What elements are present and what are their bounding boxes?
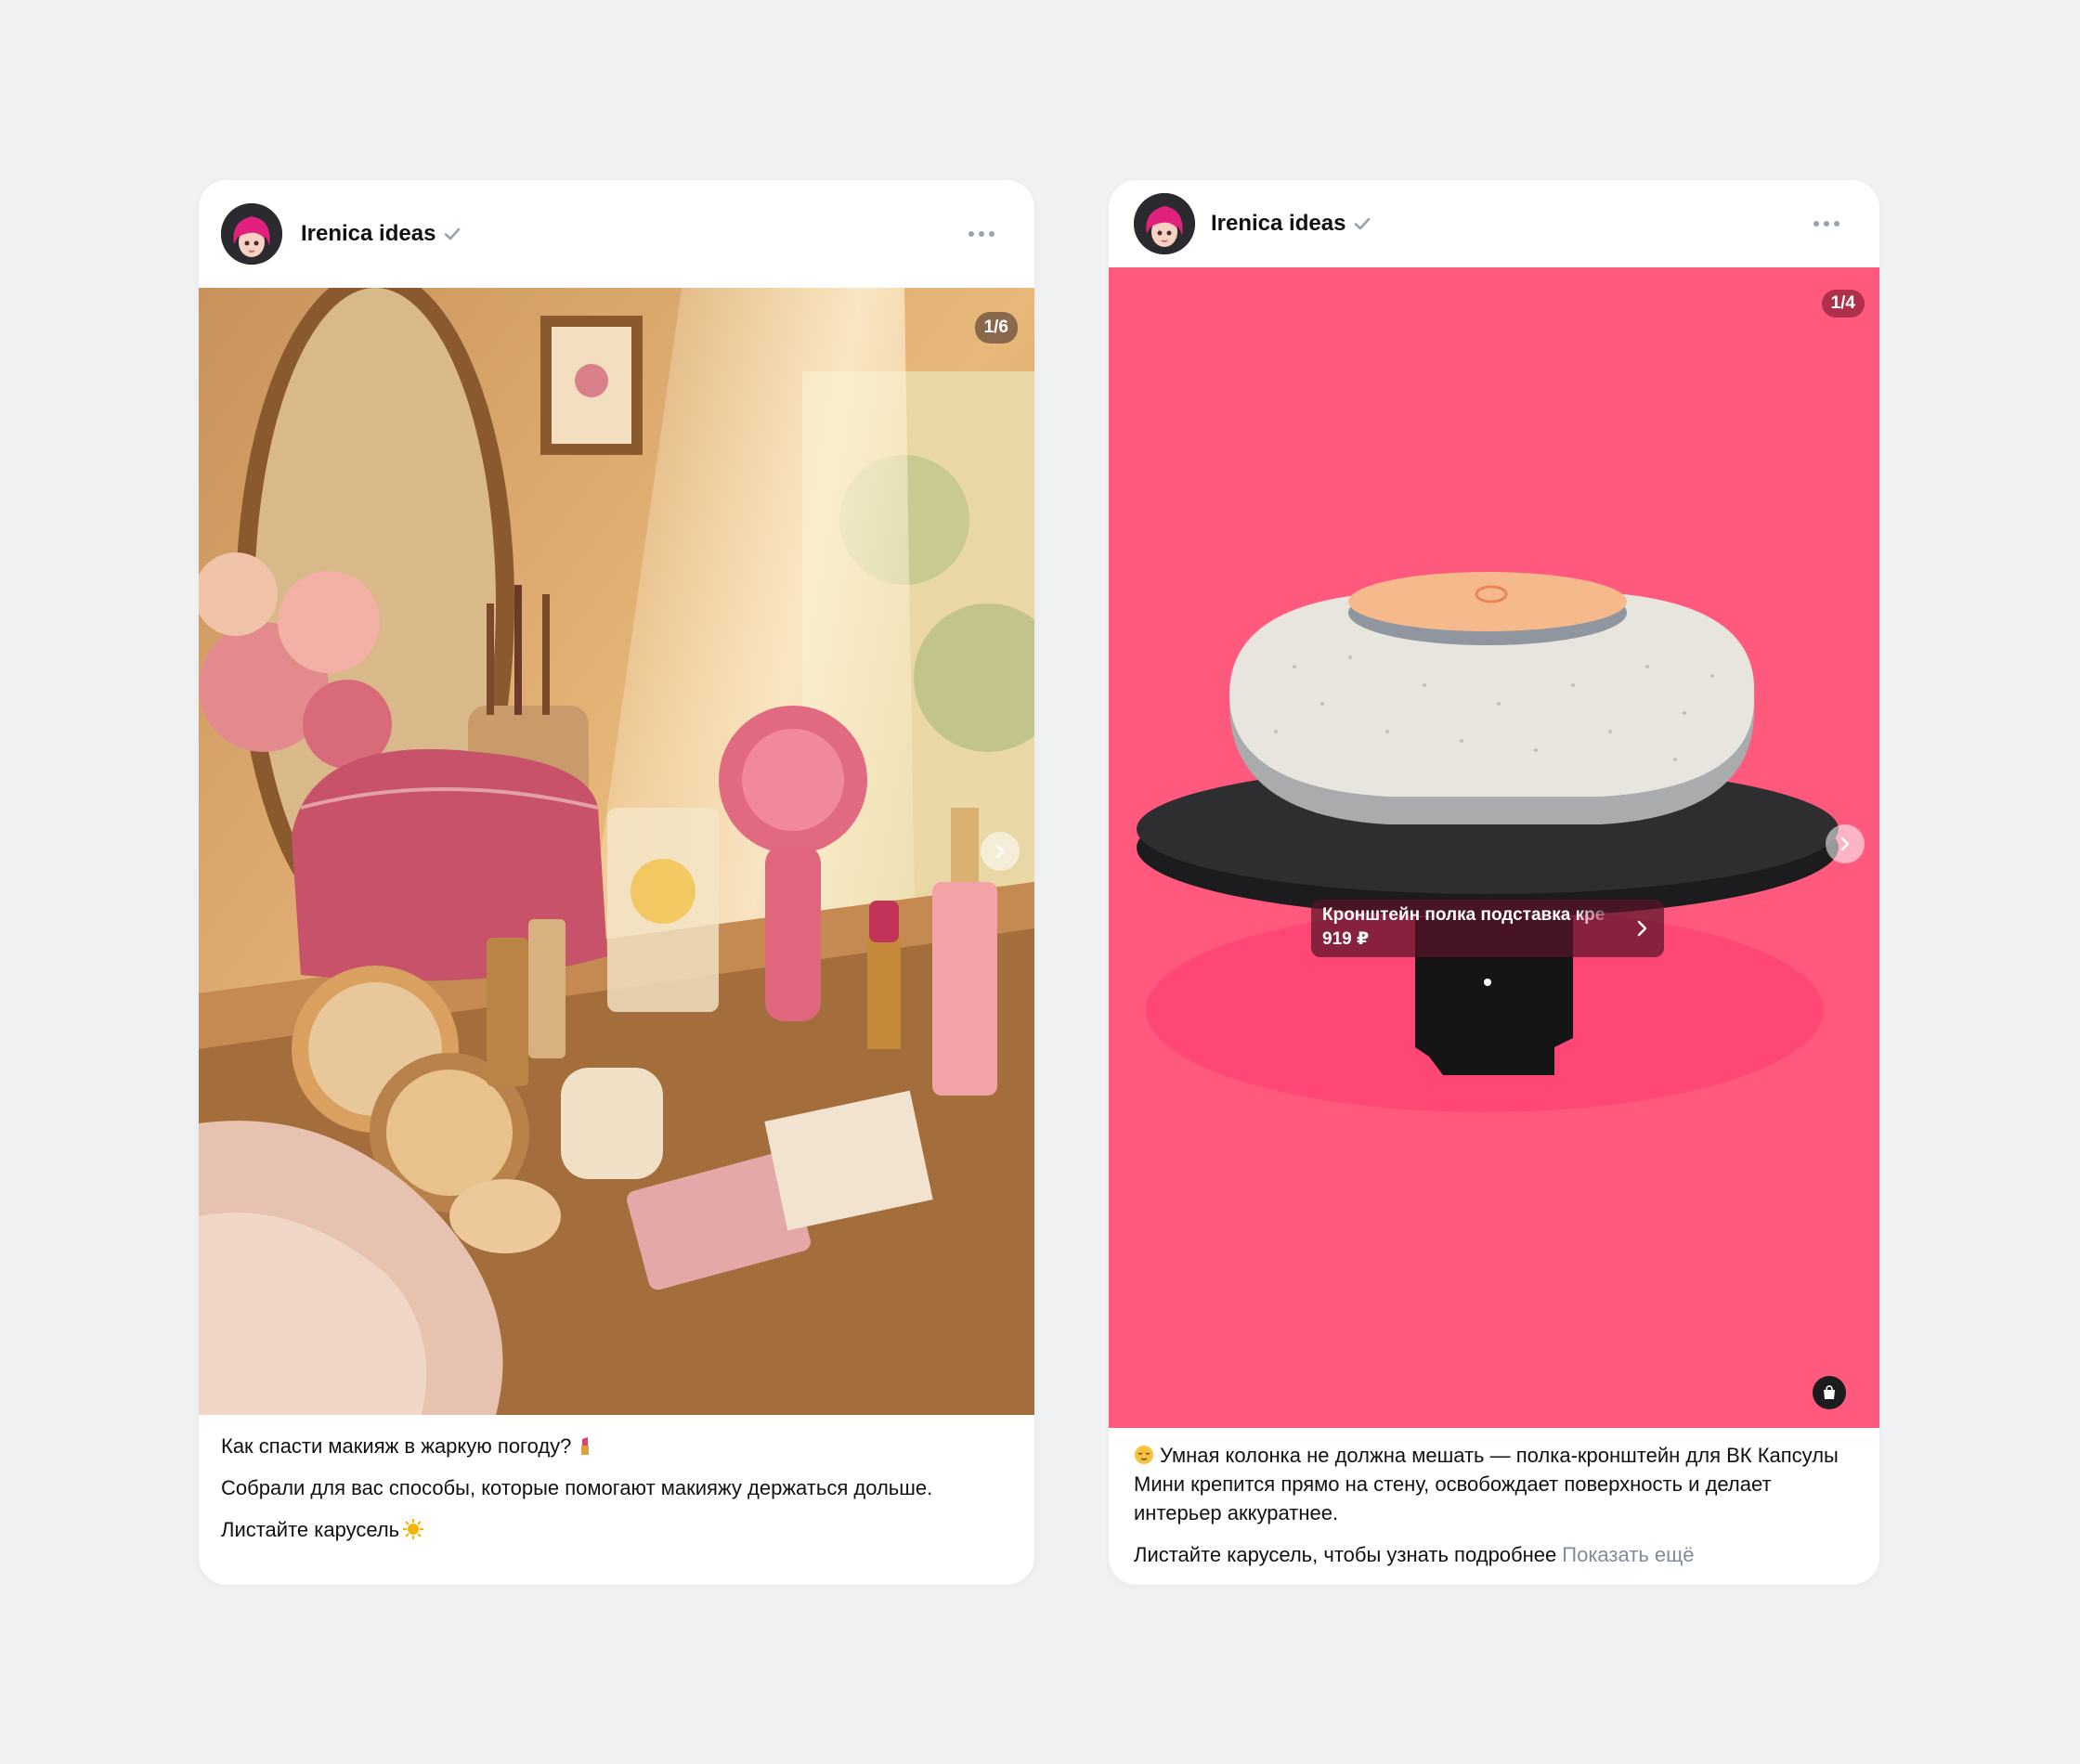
carousel-image[interactable]: 1/4 Кронштейн полка подставка кре 919 ₽ xyxy=(1109,267,1879,1428)
post-text: Умная колонка не должна мешать — полка-к… xyxy=(1109,1441,1879,1582)
more-icon[interactable] xyxy=(1806,214,1847,234)
post-text-line: Как спасти макияж в жаркую погоду? xyxy=(221,1432,1012,1460)
post-text-line: Умная колонка не должна мешать — полка-к… xyxy=(1134,1441,1854,1527)
chevron-right-icon xyxy=(995,844,1005,859)
relieved-face-emoji-icon xyxy=(1135,1446,1153,1464)
verified-icon xyxy=(1355,217,1371,230)
post-text: Как спасти макияж в жаркую погоду? Собра… xyxy=(199,1432,1034,1557)
author-name[interactable]: Irenica ideas xyxy=(1211,211,1372,237)
carousel-image[interactable]: 1/6 xyxy=(199,288,1034,1415)
product-price: 919 ₽ xyxy=(1322,929,1370,949)
carousel-next-button[interactable] xyxy=(1826,824,1865,863)
author-name-label: Irenica ideas xyxy=(1211,211,1346,236)
post-text-line: Листайте карусель xyxy=(221,1515,1012,1544)
avatar[interactable] xyxy=(1134,193,1195,254)
post-header: Irenica ideas xyxy=(199,180,1034,288)
author-name[interactable]: Irenica ideas xyxy=(301,221,462,247)
post-header: Irenica ideas xyxy=(1109,180,1879,267)
post-text-content: Как спасти макияж в жаркую погоду? xyxy=(221,1434,572,1458)
avatar[interactable] xyxy=(221,203,282,265)
more-icon[interactable] xyxy=(961,224,1002,244)
carousel-counter: 1/4 xyxy=(1821,290,1865,318)
product-tag[interactable]: Кронштейн полка подставка кре 919 ₽ xyxy=(1311,900,1664,957)
author-name-label: Irenica ideas xyxy=(301,221,436,246)
chevron-right-icon xyxy=(1840,837,1850,851)
shopping-bag-icon xyxy=(1824,1385,1835,1399)
show-more-link[interactable]: Показать ещё xyxy=(1562,1543,1694,1566)
post-text-content: Умная колонка не должна мешать — полка-к… xyxy=(1134,1444,1839,1524)
post-card: Irenica ideas 1/6 Как спасти макияж в жа… xyxy=(199,180,1034,1585)
sun-emoji-icon xyxy=(403,1519,424,1539)
product-name: Кронштейн полка подставка кре xyxy=(1322,905,1606,925)
verified-icon xyxy=(445,227,461,240)
post-card: Irenica ideas 1/4 Кронштейн полка подста… xyxy=(1109,180,1879,1585)
post-text-line: Собрали для вас способы, которые помогаю… xyxy=(221,1476,933,1499)
lipstick-emoji-icon xyxy=(581,1437,590,1455)
chevron-right-icon xyxy=(1637,920,1647,937)
post-text-content: Листайте карусель, чтобы узнать подробне… xyxy=(1134,1543,1557,1566)
post-text-content: Листайте карусель xyxy=(221,1518,400,1541)
post-text-line: Листайте карусель, чтобы узнать подробне… xyxy=(1134,1540,1854,1569)
carousel-next-button[interactable] xyxy=(981,832,1020,871)
carousel-counter: 1/6 xyxy=(974,312,1018,344)
shopping-bag-button[interactable] xyxy=(1813,1376,1846,1409)
